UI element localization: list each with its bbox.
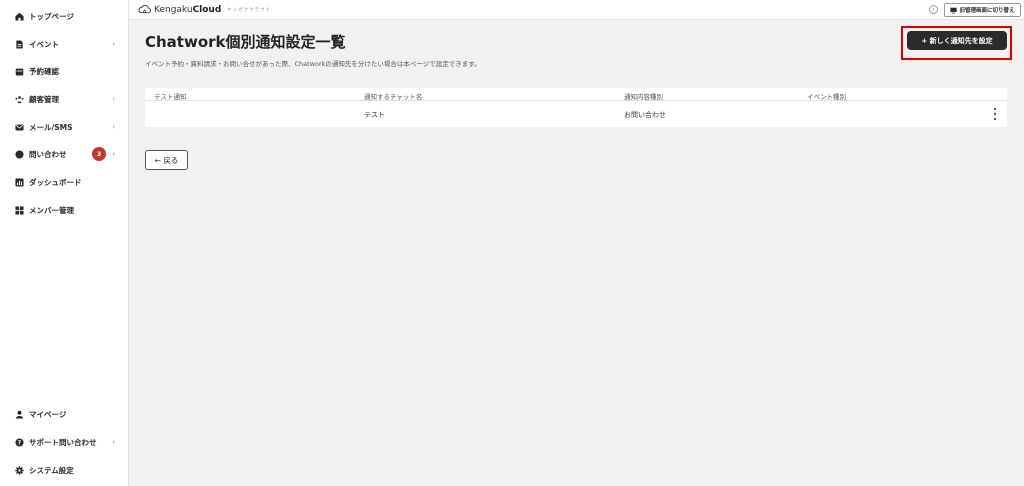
chat-icon bbox=[15, 149, 24, 159]
sidebar-item-events[interactable]: イベント › bbox=[15, 37, 125, 51]
sidebar-item-inquiries[interactable]: 問い合わせ 3 › bbox=[15, 147, 125, 161]
chart-icon bbox=[15, 177, 24, 187]
chevron-left-icon[interactable]: ‹ bbox=[929, 5, 938, 14]
user-icon bbox=[15, 410, 24, 419]
notification-settings-table: テスト通知 通知するチャット名 通知内容種別 イベント種別 テスト お問い合わせ bbox=[145, 88, 1007, 127]
gear-icon bbox=[15, 465, 24, 475]
column-header-test-notification: テスト通知 bbox=[154, 93, 187, 101]
sidebar-item-mail-sms[interactable]: メール/SMS › bbox=[15, 120, 125, 134]
sidebar-item-top-page[interactable]: トップページ bbox=[15, 9, 125, 23]
sidebar-item-reservations[interactable]: 予約確認 bbox=[15, 64, 125, 78]
sidebar-item-label: トップページ bbox=[29, 11, 74, 21]
sidebar-item-support[interactable]: ? サポート問い合わせ › bbox=[15, 435, 125, 449]
column-header-content-type: 通知内容種別 bbox=[624, 93, 663, 101]
sidebar-item-label: メンバー管理 bbox=[29, 205, 74, 215]
sidebar-item-dashboard[interactable]: ダッシュボード bbox=[15, 175, 125, 189]
cell-chat-name: テスト bbox=[364, 111, 385, 119]
table-header: テスト通知 通知するチャット名 通知内容種別 イベント種別 bbox=[145, 88, 1007, 101]
home-icon bbox=[15, 12, 24, 21]
sidebar-item-label: 問い合わせ bbox=[29, 149, 67, 159]
mail-icon bbox=[15, 123, 24, 132]
chevron-right-icon: › bbox=[112, 123, 115, 131]
brand-subtitle: ケンガククラウド bbox=[227, 8, 271, 13]
cloud-icon bbox=[138, 4, 151, 16]
brand-name-light: Kengaku bbox=[154, 5, 193, 15]
chevron-right-icon: › bbox=[112, 95, 115, 103]
back-button[interactable]: ← 戻る bbox=[145, 150, 188, 170]
help-icon: ? bbox=[15, 437, 24, 447]
notification-badge: 3 bbox=[92, 147, 106, 161]
sidebar-item-members[interactable]: メンバー管理 bbox=[15, 203, 125, 217]
sidebar-item-label: サポート問い合わせ bbox=[29, 437, 97, 447]
brand-name-bold: Cloud bbox=[192, 5, 222, 15]
sidebar-item-label: 顧客管理 bbox=[29, 94, 59, 104]
document-icon bbox=[15, 39, 24, 49]
table-row[interactable]: テスト お問い合わせ bbox=[145, 101, 1007, 127]
chevron-right-icon: › bbox=[112, 150, 115, 158]
grid-icon bbox=[15, 205, 24, 215]
calendar-icon bbox=[15, 67, 24, 76]
top-bar: Kengaku Cloud ケンガククラウド ‹ 旧管理画面に切り替え bbox=[129, 0, 1024, 20]
switch-legacy-admin-label: 旧管理画面に切り替え bbox=[959, 8, 1015, 14]
page-title: Chatwork個別通知設定一覧 bbox=[145, 33, 346, 51]
column-header-event-type: イベント種別 bbox=[807, 93, 846, 101]
sidebar-item-system-settings[interactable]: システム設定 bbox=[15, 463, 125, 477]
cell-content-type: お問い合わせ bbox=[624, 111, 666, 119]
logo[interactable]: Kengaku Cloud ケンガククラウド bbox=[138, 4, 271, 16]
screen-icon bbox=[950, 7, 958, 14]
highlight-box bbox=[901, 26, 1012, 60]
switch-legacy-admin-button[interactable]: 旧管理画面に切り替え bbox=[944, 3, 1021, 17]
column-header-chat-name: 通知するチャット名 bbox=[364, 93, 423, 101]
sidebar-item-label: ダッシュボード bbox=[29, 177, 82, 187]
sidebar-item-label: システム設定 bbox=[29, 465, 74, 475]
sidebar: トップページ イベント › 予約確認 顧客管理 › メール/SMS › 問い合わ… bbox=[0, 0, 129, 486]
sidebar-item-label: メール/SMS bbox=[29, 122, 73, 132]
sidebar-item-label: 予約確認 bbox=[29, 66, 59, 76]
page-description: イベント予約・資料請求・お問い合せがあった際、Chatworkの通知先を分けたい… bbox=[145, 60, 481, 68]
sidebar-item-label: マイページ bbox=[29, 409, 67, 419]
sidebar-item-my-page[interactable]: マイページ bbox=[15, 407, 125, 421]
chevron-right-icon: › bbox=[112, 40, 115, 48]
sidebar-item-customers[interactable]: 顧客管理 › bbox=[15, 92, 125, 106]
more-options-icon[interactable] bbox=[992, 108, 998, 120]
chevron-right-icon: › bbox=[112, 438, 115, 446]
people-icon bbox=[15, 95, 24, 104]
sidebar-item-label: イベント bbox=[29, 39, 59, 49]
